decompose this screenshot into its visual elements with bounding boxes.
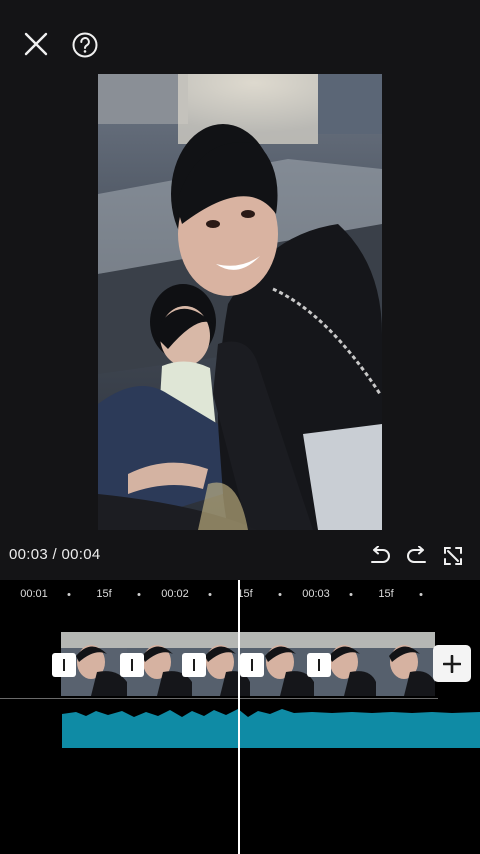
ruler-dot [208, 593, 212, 596]
audio-track[interactable] [62, 708, 480, 748]
ruler-label: 00:02 [161, 588, 189, 600]
undo-button[interactable] [366, 542, 394, 570]
close-button[interactable] [18, 26, 54, 62]
timecode-display: 00:03 / 00:04 [9, 546, 101, 563]
playhead[interactable] [238, 580, 240, 854]
close-icon [24, 32, 48, 56]
add-clip-button[interactable] [433, 645, 471, 682]
timeline[interactable]: 00:01 15f 00:02 15f 00:03 15f [0, 580, 480, 854]
ruler-dot [419, 593, 423, 596]
audio-waveform [62, 709, 480, 748]
ruler-dot [67, 593, 71, 596]
current-time: 00:03 [9, 546, 49, 563]
transition-button[interactable] [240, 653, 264, 677]
help-icon [72, 32, 98, 58]
plus-icon [443, 654, 461, 673]
ruler-label: 15f [96, 588, 112, 600]
total-duration: 00:04 [61, 546, 101, 563]
track-divider [0, 698, 438, 699]
ruler-label: 00:03 [302, 588, 330, 600]
clip-thumbnail[interactable] [376, 632, 435, 696]
transition-button[interactable] [52, 653, 76, 677]
transition-button[interactable] [182, 653, 206, 677]
transition-button[interactable] [120, 653, 144, 677]
ruler-dot [349, 593, 353, 596]
ruler-dot [137, 593, 141, 596]
transition-icon [63, 659, 65, 671]
transition-icon [193, 659, 195, 671]
transition-icon [131, 659, 133, 671]
fullscreen-button[interactable] [439, 542, 467, 570]
transition-icon [318, 659, 320, 671]
ruler-label: 00:01 [20, 588, 48, 600]
transition-button[interactable] [307, 653, 331, 677]
transition-icon [251, 659, 253, 671]
undo-icon [371, 546, 390, 563]
video-frame-image [98, 74, 382, 530]
help-button[interactable] [66, 26, 104, 64]
fullscreen-icon [444, 547, 462, 565]
time-separator: / [52, 546, 57, 563]
video-preview[interactable] [98, 74, 382, 530]
redo-icon [407, 546, 426, 563]
ruler-dot [278, 593, 282, 596]
redo-button[interactable] [403, 542, 431, 570]
ruler-label: 15f [378, 588, 394, 600]
